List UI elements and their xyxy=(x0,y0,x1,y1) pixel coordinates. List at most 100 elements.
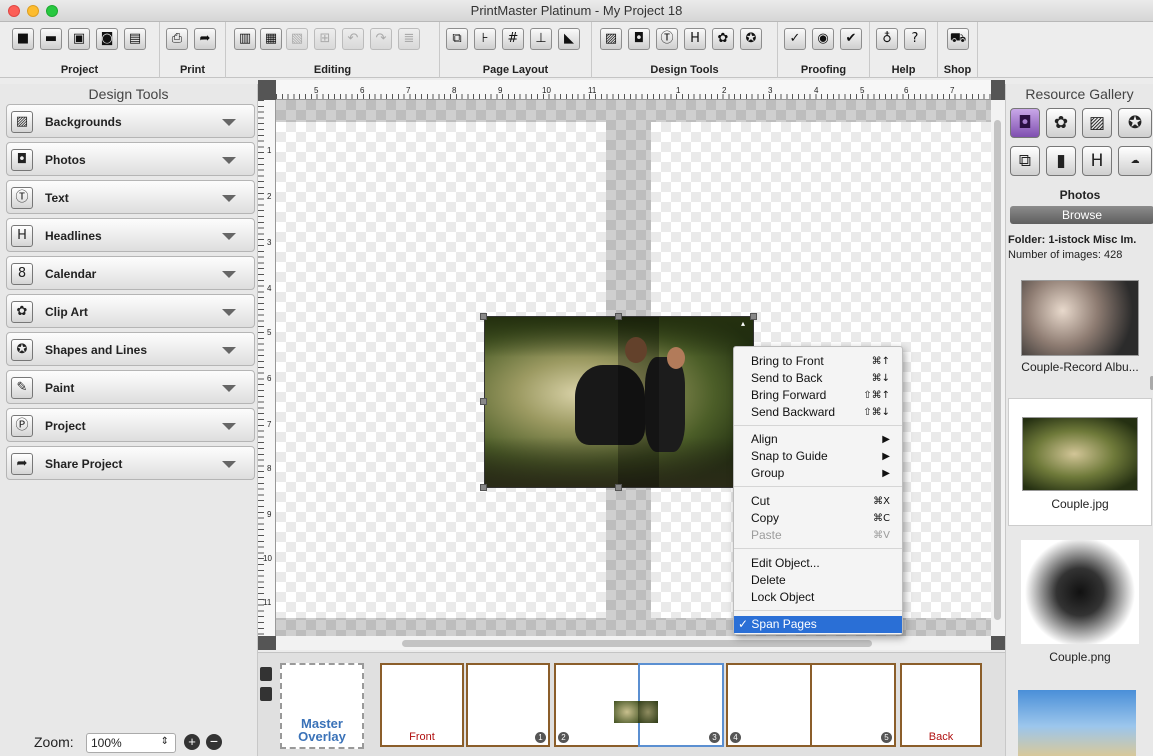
gallery-photos-icon[interactable]: ◘ xyxy=(1010,108,1040,138)
menu-item-span-pages[interactable]: ✓ Span Pages xyxy=(734,616,902,633)
design-tool-share-project[interactable]: ➦ Share Project xyxy=(6,446,255,480)
browse-button[interactable]: Browse xyxy=(1010,206,1153,224)
gallery-layouts-icon[interactable]: ⧉ xyxy=(1010,146,1040,176)
menu-item-group[interactable]: Group ▶ xyxy=(734,465,902,482)
page-thumb-3[interactable]: 3 xyxy=(638,663,724,747)
resize-handle-top-left[interactable] xyxy=(480,313,487,320)
master-overlay-thumb[interactable]: Master Overlay xyxy=(280,663,364,749)
camera-icon: ◘ xyxy=(11,149,33,171)
help-icon[interactable]: ? xyxy=(904,28,926,50)
folder-label: Folder: 1-istock Misc Im. xyxy=(1008,234,1137,246)
menu-item-copy[interactable]: Copy ⌘C xyxy=(734,510,902,527)
close-window-button[interactable] xyxy=(8,5,20,17)
new-project-icon[interactable]: ■ xyxy=(12,28,34,50)
zoom-in-button[interactable]: + xyxy=(184,734,200,750)
resource-gallery-panel: Resource Gallery ◘ ✿ ▨ ✪ ⧉ ▮ H ☁ Photos … xyxy=(1005,84,1153,756)
zoom-window-button[interactable] xyxy=(46,5,58,17)
gallery-online-icon[interactable]: ☁ xyxy=(1118,146,1152,176)
save-as-icon[interactable]: ◙ xyxy=(96,28,118,50)
menu-item-bring-forward[interactable]: Bring Forward ⇧⌘↑ xyxy=(734,387,902,404)
resize-handle-top[interactable] xyxy=(615,313,622,320)
pages-icon[interactable]: ⧉ xyxy=(446,28,468,50)
gallery-thumb-partial[interactable] xyxy=(1018,690,1136,756)
preview-icon[interactable]: ◉ xyxy=(812,28,834,50)
proof-icon[interactable]: ✔ xyxy=(840,28,862,50)
resize-handle-bottom-left[interactable] xyxy=(480,484,487,491)
page-thumb-4[interactable]: 4 xyxy=(726,663,810,747)
undo-icon[interactable]: ↶ xyxy=(342,28,364,50)
menu-item-send-backward[interactable]: Send Backward ⇧⌘↓ xyxy=(734,404,902,421)
page-thumb-back[interactable]: Back xyxy=(900,663,982,747)
grid-icon[interactable]: # xyxy=(502,28,524,50)
selected-photo[interactable]: ▴ xyxy=(484,316,754,488)
horizontal-scrollbar[interactable] xyxy=(276,636,991,650)
menu-item-delete[interactable]: Delete xyxy=(734,572,902,589)
page-thumb-1[interactable]: 1 xyxy=(466,663,550,747)
gallery-item-3[interactable]: Couple.png xyxy=(1008,540,1152,664)
align-icon[interactable]: ⊥ xyxy=(530,28,552,50)
page-thumb-5[interactable]: 5 xyxy=(810,663,896,747)
design-tool-backgrounds[interactable]: ▨ Backgrounds xyxy=(6,104,255,138)
design-tool-paint[interactable]: ✎ Paint xyxy=(6,370,255,404)
copy-icon[interactable]: ▧ xyxy=(286,28,308,50)
cart-icon[interactable]: ⛟ xyxy=(947,28,969,50)
duplicate-icon[interactable]: ⊞ xyxy=(314,28,336,50)
spellcheck-icon[interactable]: ✓ xyxy=(784,28,806,50)
vertical-scroll-thumb[interactable] xyxy=(994,120,1001,620)
design-tool-calendar[interactable]: 8 Calendar xyxy=(6,256,255,290)
gallery-shapes-icon[interactable]: ✪ xyxy=(1118,108,1152,138)
menu-item-paste[interactable]: Paste ⌘V xyxy=(734,527,902,544)
main-toolbar: ■ ▬ ▣ ◙ ▤ Project ⎙ ➦ Print ▥ ▦ ▧ ⊞ ↶ ↷ … xyxy=(0,22,1153,78)
design-tool-headlines[interactable]: H Headlines xyxy=(6,218,255,252)
save-project-icon[interactable]: ▣ xyxy=(68,28,90,50)
gallery-item-1[interactable]: Couple-Record Albu... xyxy=(1008,280,1152,374)
menu-item-bring-to-front[interactable]: Bring to Front ⌘↑ xyxy=(734,353,902,370)
page-view-icon[interactable] xyxy=(260,667,272,681)
gallery-panels-icon[interactable]: ▮ xyxy=(1046,146,1076,176)
redo-icon[interactable]: ↷ xyxy=(370,28,392,50)
share-print-icon[interactable]: ➦ xyxy=(194,28,216,50)
gallery-headlines-icon[interactable]: H xyxy=(1082,146,1112,176)
flower-icon[interactable]: ✿ xyxy=(712,28,734,50)
paste-icon[interactable]: ▥ xyxy=(234,28,256,50)
menu-item-lock-object[interactable]: Lock Object xyxy=(734,589,902,606)
menu-item-cut[interactable]: Cut ⌘X xyxy=(734,493,902,510)
resize-handle-top-right[interactable] xyxy=(750,313,757,320)
text-icon[interactable]: Ⓣ xyxy=(656,28,678,50)
list-icon[interactable]: ≣ xyxy=(398,28,420,50)
image-icon[interactable]: ▨ xyxy=(600,28,622,50)
mask-icon[interactable]: ◣ xyxy=(558,28,580,50)
camera-icon[interactable]: ◘ xyxy=(628,28,650,50)
gallery-item-2[interactable]: Couple.jpg xyxy=(1008,398,1152,526)
print-icon[interactable]: ⎙ xyxy=(166,28,188,50)
design-tool-project[interactable]: Ⓟ Project xyxy=(6,408,255,442)
open-project-icon[interactable]: ▬ xyxy=(40,28,62,50)
export-icon[interactable]: ▤ xyxy=(124,28,146,50)
design-tool-clip-art[interactable]: ✿ Clip Art xyxy=(6,294,255,328)
tip-bulb-icon[interactable]: ♁ xyxy=(876,28,898,50)
gallery-clipart-icon[interactable]: ✿ xyxy=(1046,108,1076,138)
zoom-select[interactable]: 100% ⇕ xyxy=(86,733,176,753)
zoom-out-button[interactable]: − xyxy=(206,734,222,750)
design-tool-photos[interactable]: ◘ Photos xyxy=(6,142,255,176)
clipboard-icon[interactable]: ▦ xyxy=(260,28,282,50)
design-tool-text[interactable]: Ⓣ Text xyxy=(6,180,255,214)
design-tool-shapes-and-lines[interactable]: ✪ Shapes and Lines xyxy=(6,332,255,366)
page-thumb-front[interactable]: Front xyxy=(380,663,464,747)
guides-icon[interactable]: ⊦ xyxy=(474,28,496,50)
menu-item-align[interactable]: Align ▶ xyxy=(734,431,902,448)
menu-item-edit-object[interactable]: Edit Object... xyxy=(734,555,902,572)
page-thumb-2[interactable]: 2 xyxy=(554,663,640,747)
resize-handle-left[interactable] xyxy=(480,398,487,405)
menu-item-snap-to-guide[interactable]: Snap to Guide ▶ xyxy=(734,448,902,465)
ruler-corner-bottom xyxy=(258,636,276,650)
horizontal-scroll-thumb[interactable] xyxy=(402,640,872,647)
resize-handle-bottom[interactable] xyxy=(615,484,622,491)
vertical-scrollbar[interactable] xyxy=(991,100,1005,636)
spread-view-icon[interactable] xyxy=(260,687,272,701)
menu-item-send-to-back[interactable]: Send to Back ⌘↓ xyxy=(734,370,902,387)
headline-icon[interactable]: H xyxy=(684,28,706,50)
minimize-window-button[interactable] xyxy=(27,5,39,17)
gallery-backgrounds-icon[interactable]: ▨ xyxy=(1082,108,1112,138)
star-icon[interactable]: ✪ xyxy=(740,28,762,50)
